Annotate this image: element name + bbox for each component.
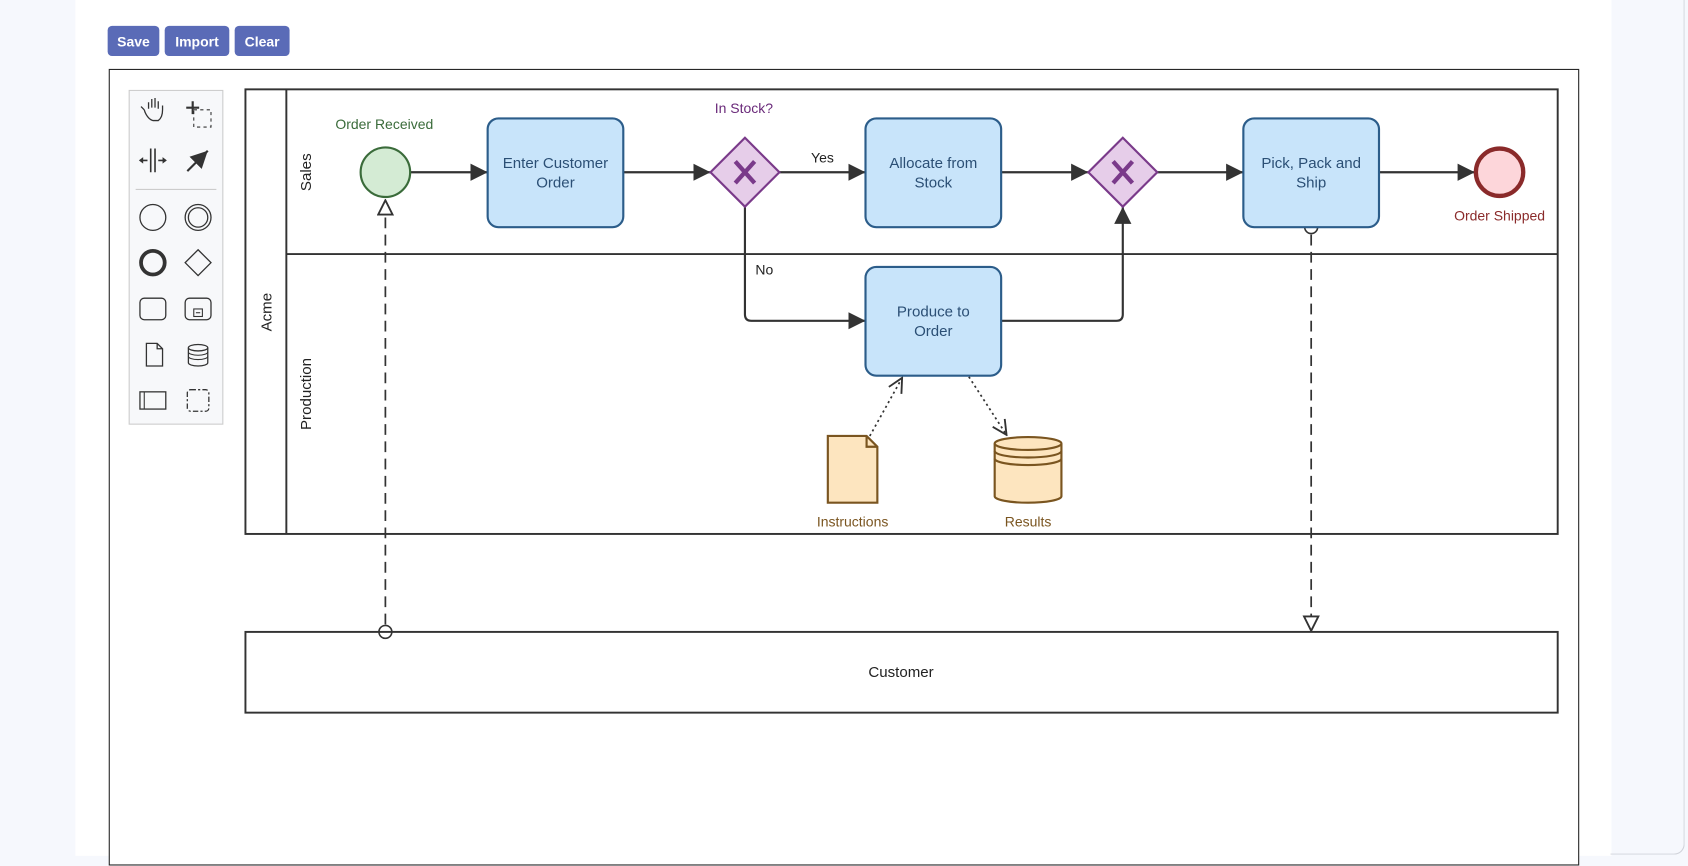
task-label: Order <box>914 323 953 340</box>
svg-text:Order Shipped: Order Shipped <box>1454 208 1545 224</box>
task-label: Pick, Pack and <box>1261 155 1361 172</box>
data-object-instructions[interactable]: Instructions <box>817 434 889 529</box>
end-event[interactable]: Order Shipped <box>1454 146 1545 224</box>
task-label: Enter Customer <box>503 155 608 172</box>
message-flows <box>385 200 1311 631</box>
lane-label-production: Production <box>298 358 315 430</box>
task-allocate[interactable]: Allocate from Stock <box>864 117 1003 229</box>
svg-text:In Stock?: In Stock? <box>715 100 774 116</box>
svg-text:Customer: Customer <box>868 664 933 681</box>
task-label: Ship <box>1296 174 1326 191</box>
task-produce[interactable]: Produce to Order <box>864 265 1003 377</box>
svg-text:Results: Results <box>1005 513 1052 529</box>
task-label: Order <box>536 174 575 191</box>
pool-customer[interactable]: Customer <box>244 630 1559 714</box>
data-store-results[interactable]: Results <box>993 435 1063 529</box>
task-pick[interactable]: Pick, Pack and Ship <box>1242 117 1381 229</box>
gateway-in-stock[interactable]: In Stock? <box>708 100 781 209</box>
task-enter[interactable]: Enter Customer Order <box>486 117 625 229</box>
flow-label-yes: Yes <box>811 150 834 166</box>
task-label: Stock <box>914 174 952 191</box>
gateway-merge[interactable] <box>1086 136 1159 209</box>
start-event[interactable]: Order Received <box>335 116 433 199</box>
task-label: Produce to <box>897 303 970 320</box>
lane-label-sales: Sales <box>298 153 315 191</box>
svg-text:Instructions: Instructions <box>817 513 889 529</box>
pool-label: Acme <box>258 293 275 332</box>
flow-label-no: No <box>755 262 773 278</box>
svg-text:Order Received: Order Received <box>335 116 433 132</box>
bpmn-diagram: Acme Sales Production Yes No Order Recei… <box>128 88 1559 714</box>
tool-palette <box>128 89 224 425</box>
task-label: Allocate from <box>889 155 977 172</box>
